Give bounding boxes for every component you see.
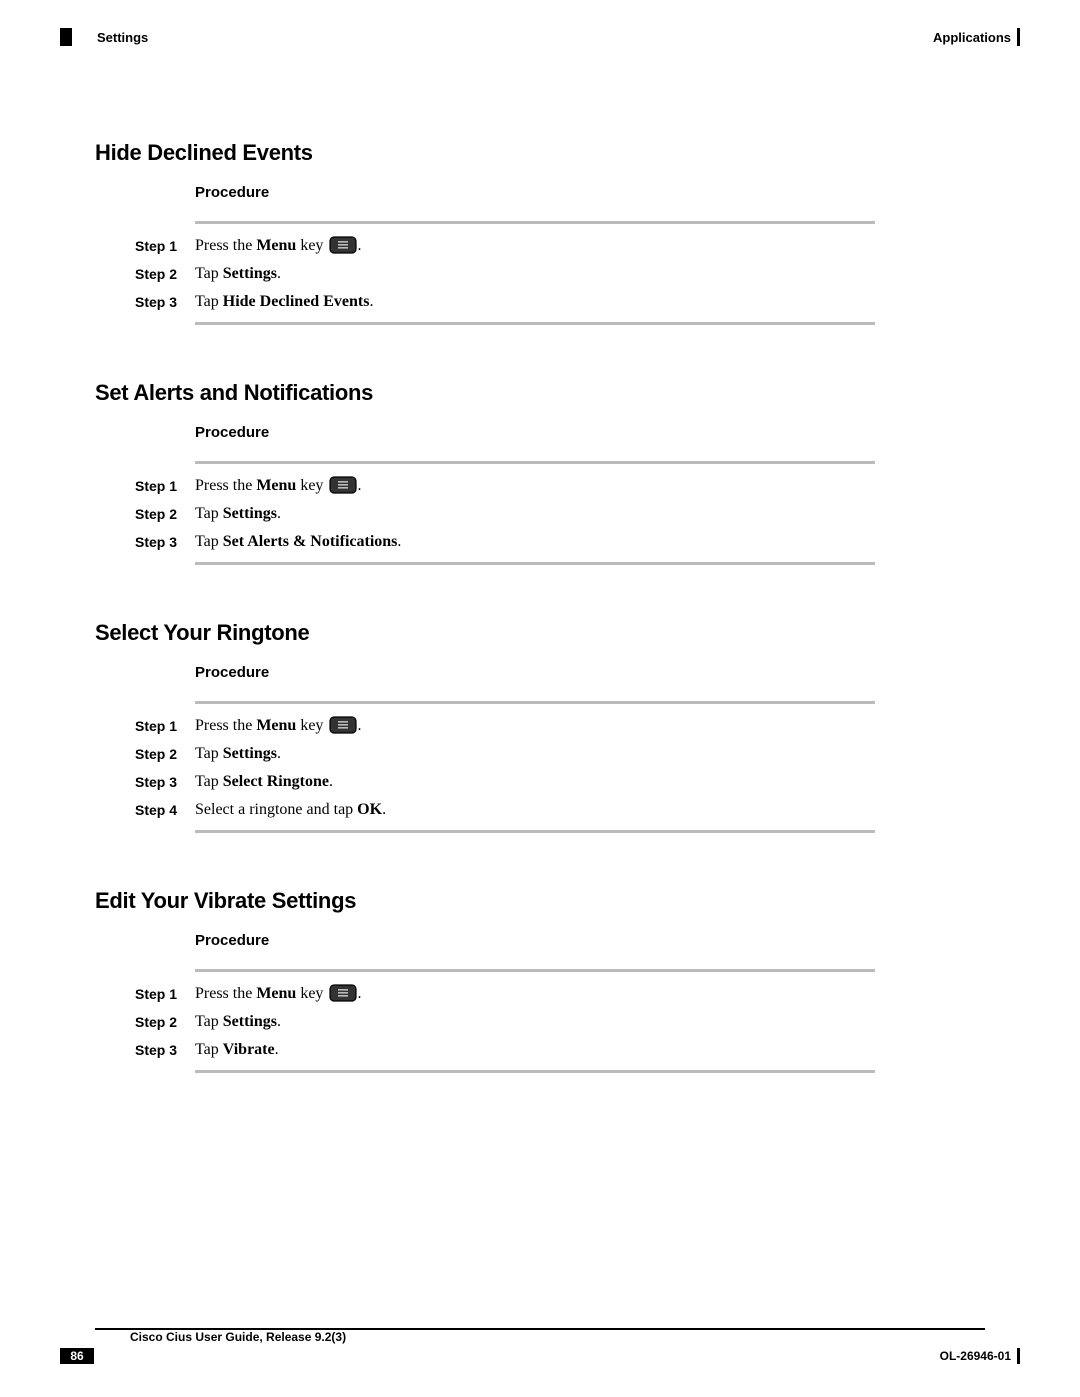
step-label: Step 2: [135, 504, 195, 525]
step-text: Tap Select Ringtone.: [195, 770, 333, 794]
step-label: Step 3: [135, 292, 195, 313]
step-row: Step 1Press the Menu key .: [95, 982, 875, 1006]
menu-key-icon: [329, 236, 357, 254]
page-header: Settings Applications: [0, 28, 1080, 52]
procedure-label: Procedure: [195, 184, 875, 201]
step-label: Step 4: [135, 800, 195, 821]
section-title: Set Alerts and Notifications: [95, 380, 875, 406]
divider: [195, 701, 875, 704]
step-label: Step 1: [135, 236, 195, 257]
divider: [195, 969, 875, 972]
step-row: Step 4Select a ringtone and tap OK.: [95, 798, 875, 822]
step-text: Tap Settings.: [195, 502, 281, 526]
section-block: Set Alerts and Notifications Procedure Ste…: [95, 380, 875, 565]
header-bar-icon: [1017, 28, 1020, 46]
divider: [195, 322, 875, 325]
menu-key-icon: [329, 476, 357, 494]
step-text: Tap Set Alerts & Notifications.: [195, 530, 401, 554]
step-row: Step 1Press the Menu key .: [95, 714, 875, 738]
step-text: Tap Settings.: [195, 742, 281, 766]
step-row: Step 1Press the Menu key .: [95, 234, 875, 258]
header-section-label: Settings: [97, 30, 148, 45]
step-label: Step 1: [135, 476, 195, 497]
step-row: Step 2Tap Settings.: [95, 502, 875, 526]
step-label: Step 3: [135, 1040, 195, 1061]
footer-title: Cisco Cius User Guide, Release 9.2(3): [130, 1330, 346, 1344]
step-label: Step 1: [135, 716, 195, 737]
divider: [195, 562, 875, 565]
step-row: Step 2Tap Settings.: [95, 742, 875, 766]
footer-right: OL-26946-01: [940, 1348, 1020, 1364]
step-row: Step 2Tap Settings.: [95, 1010, 875, 1034]
step-text: Select a ringtone and tap OK.: [195, 798, 386, 822]
step-label: Step 2: [135, 744, 195, 765]
section-block: Select Your Ringtone Procedure Step 1Press…: [95, 620, 875, 833]
step-text: Tap Settings.: [195, 1010, 281, 1034]
page-number: 86: [60, 1348, 94, 1364]
step-row: Step 1Press the Menu key .: [95, 474, 875, 498]
step-text: Press the Menu key .: [195, 714, 361, 738]
step-text: Tap Vibrate.: [195, 1038, 279, 1062]
step-label: Step 3: [135, 772, 195, 793]
document-page: Settings Applications Hide Declined Even…: [0, 0, 1080, 1397]
step-text: Press the Menu key .: [195, 982, 361, 1006]
step-row: Step 3Tap Select Ringtone.: [95, 770, 875, 794]
procedure-label: Procedure: [195, 424, 875, 441]
divider: [195, 221, 875, 224]
divider: [195, 461, 875, 464]
step-text: Tap Settings.: [195, 262, 281, 286]
footer-doc-number: OL-26946-01: [940, 1349, 1011, 1363]
menu-key-icon: [329, 716, 357, 734]
step-text: Press the Menu key .: [195, 474, 361, 498]
step-row: Step 3Tap Vibrate.: [95, 1038, 875, 1062]
step-label: Step 3: [135, 532, 195, 553]
footer-bar-icon: [1017, 1348, 1020, 1364]
section-title: Hide Declined Events: [95, 140, 875, 166]
section-block: Edit Your Vibrate Settings Procedure Step …: [95, 888, 875, 1073]
step-text: Press the Menu key .: [195, 234, 361, 258]
header-marker-icon: [60, 28, 72, 46]
step-label: Step 2: [135, 264, 195, 285]
section-title: Edit Your Vibrate Settings: [95, 888, 875, 914]
content-area: Hide Declined EventsProcedureStep 1Press…: [95, 140, 875, 1128]
step-row: Step 2Tap Settings.: [95, 262, 875, 286]
header-left: Settings: [60, 28, 148, 46]
menu-key-icon: [329, 984, 357, 1002]
step-row: Step 3Tap Set Alerts & Notifications.: [95, 530, 875, 554]
header-chapter-label: Applications: [933, 30, 1011, 45]
section-block: Hide Declined Events Procedure Step 1Press…: [95, 140, 875, 325]
procedure-label: Procedure: [195, 932, 875, 949]
procedure-label: Procedure: [195, 664, 875, 681]
step-row: Step 3Tap Hide Declined Events.: [95, 290, 875, 314]
header-right: Applications: [933, 28, 1020, 46]
step-label: Step 2: [135, 1012, 195, 1033]
divider: [195, 830, 875, 833]
section-title: Select Your Ringtone: [95, 620, 875, 646]
divider: [195, 1070, 875, 1073]
step-text: Tap Hide Declined Events.: [195, 290, 373, 314]
step-label: Step 1: [135, 984, 195, 1005]
